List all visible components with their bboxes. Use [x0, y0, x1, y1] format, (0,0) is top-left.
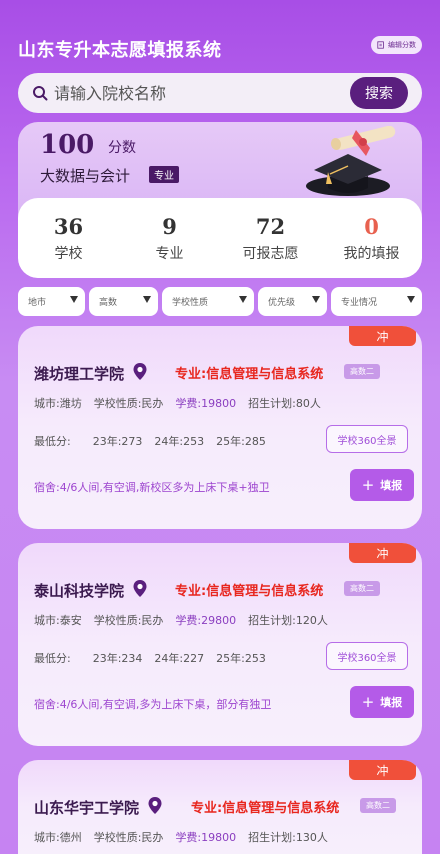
- info-row: 城市:潍坊 学校性质:民办 学费:19800 招生计划:80人: [34, 395, 333, 411]
- caret-down-icon: [70, 296, 78, 303]
- filter-major-status[interactable]: 专业情况: [331, 287, 422, 316]
- edit-icon: [377, 41, 384, 49]
- stat-value: 36: [53, 214, 84, 239]
- stat-label: 可报志愿: [242, 246, 299, 262]
- info-row: 城市:泰安 学校性质:民办 学费:29800 招生计划:120人: [34, 612, 340, 628]
- city: 城市:泰安: [34, 614, 82, 627]
- panorama-button[interactable]: 学校360全景: [326, 425, 408, 453]
- edit-score-label: 编辑分数: [388, 41, 416, 49]
- score-row: 最低分: 23年:273 24年:253 25年:285: [34, 433, 278, 449]
- city: 城市:德州: [34, 831, 82, 844]
- min-score-label: 最低分:: [34, 652, 71, 665]
- score-card: 100 分数 大数据与会计 专业 36 学校 9 专业 72 可报志愿 0 我的…: [18, 122, 422, 278]
- stat-value: 0: [364, 214, 379, 239]
- search-icon: [33, 86, 48, 101]
- stat-value: 72: [255, 214, 286, 239]
- rush-tag: 冲: [349, 543, 416, 563]
- stat-label: 学校: [54, 246, 83, 262]
- school-card[interactable]: 冲 潍坊理工学院 专业:信息管理与信息系统 高数二 城市:潍坊 学校性质:民办 学费…: [18, 326, 422, 529]
- caret-down-icon: [143, 296, 151, 303]
- plus-icon: +: [361, 693, 375, 711]
- panorama-button[interactable]: 学校360全景: [326, 642, 408, 670]
- stat-value: 9: [162, 214, 177, 239]
- score-2025: 25年:285: [216, 435, 266, 448]
- min-score-label: 最低分:: [34, 435, 71, 448]
- stat-label: 我的填报: [343, 246, 400, 262]
- filter-school-type[interactable]: 学校性质: [162, 287, 254, 316]
- rush-tag: 冲: [349, 326, 416, 346]
- school-nature: 学校性质:民办: [93, 831, 164, 844]
- school-name: 山东华宇工学院: [34, 799, 140, 817]
- dorm-info: 宿舍:4/6人间,有空调,多为上床下桌，部分有独卫: [34, 698, 272, 711]
- apply-button[interactable]: + 填报: [350, 469, 414, 501]
- level-tag: 高数二: [344, 364, 380, 379]
- location-pin-icon[interactable]: [132, 362, 148, 381]
- tuition: 学费:19800: [175, 831, 237, 844]
- caret-down-icon: [312, 296, 320, 303]
- major-name: 大数据与会计: [40, 167, 131, 185]
- filter-label: 地市: [28, 298, 47, 308]
- filter-city[interactable]: 地市: [18, 287, 85, 316]
- stat-majors[interactable]: 9 专业: [119, 198, 220, 278]
- level-tag: 高数二: [344, 581, 380, 596]
- location-pin-icon[interactable]: [147, 796, 163, 815]
- major-line: 专业:信息管理与信息系统: [175, 584, 324, 599]
- filter-label: 学校性质: [172, 298, 209, 308]
- score-2025: 25年:253: [216, 652, 266, 665]
- edit-score-button[interactable]: 编辑分数: [371, 36, 422, 54]
- tuition: 学费:29800: [175, 614, 237, 627]
- score-2024: 24年:253: [154, 435, 205, 448]
- stat-available[interactable]: 72 可报志愿: [220, 198, 321, 278]
- filter-label: 专业情况: [341, 298, 378, 308]
- school-card[interactable]: 冲 泰山科技学院 专业:信息管理与信息系统 高数二 城市:泰安 学校性质:民办 学费…: [18, 543, 422, 746]
- apply-label: 填报: [380, 696, 403, 709]
- school-nature: 学校性质:民办: [93, 397, 164, 410]
- app-header: 山东专升本志愿填报系统 编辑分数 搜索: [0, 0, 440, 120]
- apply-label: 填报: [380, 479, 403, 492]
- app-title: 山东专升本志愿填报系统: [18, 40, 222, 61]
- plus-icon: +: [361, 476, 375, 494]
- enrollment-plan: 招生计划:120人: [248, 614, 328, 627]
- stat-my-applications[interactable]: 0 我的填报: [321, 198, 422, 278]
- search-bar: 搜索: [18, 73, 422, 113]
- stat-schools[interactable]: 36 学校: [18, 198, 119, 278]
- score-unit: 分数: [108, 140, 136, 156]
- graduation-cap-icon: [306, 126, 396, 196]
- enrollment-plan: 招生计划:80人: [248, 397, 321, 410]
- school-name: 潍坊理工学院: [34, 365, 125, 383]
- score-2023: 23年:273: [92, 435, 143, 448]
- location-pin-icon[interactable]: [132, 579, 148, 598]
- filter-priority[interactable]: 优先级: [258, 287, 327, 316]
- search-button[interactable]: 搜索: [350, 77, 408, 109]
- school-nature: 学校性质:民办: [93, 614, 164, 627]
- apply-button[interactable]: + 填报: [350, 686, 414, 718]
- info-row: 城市:德州 学校性质:民办 学费:19800 招生计划:130人: [34, 829, 340, 845]
- level-tag: 高数二: [360, 798, 396, 813]
- filter-bar: 地市 高数 学校性质 优先级 专业情况: [18, 287, 422, 316]
- score-value: 100: [40, 130, 95, 160]
- search-input[interactable]: [54, 83, 334, 103]
- major-line: 专业:信息管理与信息系统: [175, 367, 324, 382]
- filter-label: 优先级: [268, 298, 296, 308]
- major-line: 专业:信息管理与信息系统: [191, 801, 340, 816]
- score-row: 最低分: 23年:234 24年:227 25年:253: [34, 650, 278, 666]
- enrollment-plan: 招生计划:130人: [248, 831, 328, 844]
- stats-panel: 36 学校 9 专业 72 可报志愿 0 我的填报: [18, 198, 422, 278]
- score-2024: 24年:227: [154, 652, 205, 665]
- stat-label: 专业: [155, 246, 184, 262]
- filter-math[interactable]: 高数: [89, 287, 158, 316]
- school-name: 泰山科技学院: [34, 582, 125, 600]
- score-2023: 23年:234: [92, 652, 143, 665]
- rush-tag: 冲: [349, 760, 416, 780]
- city: 城市:潍坊: [34, 397, 82, 410]
- dorm-info: 宿舍:4/6人间,有空调,新校区多为上床下桌+独卫: [34, 481, 270, 494]
- major-tag: 专业: [149, 166, 179, 183]
- caret-down-icon: [407, 296, 415, 303]
- filter-label: 高数: [99, 298, 118, 308]
- tuition: 学费:19800: [175, 397, 237, 410]
- school-card[interactable]: 冲 山东华宇工学院 专业:信息管理与信息系统 高数二 城市:德州 学校性质:民办学…: [18, 760, 422, 854]
- caret-down-icon: [239, 296, 247, 303]
